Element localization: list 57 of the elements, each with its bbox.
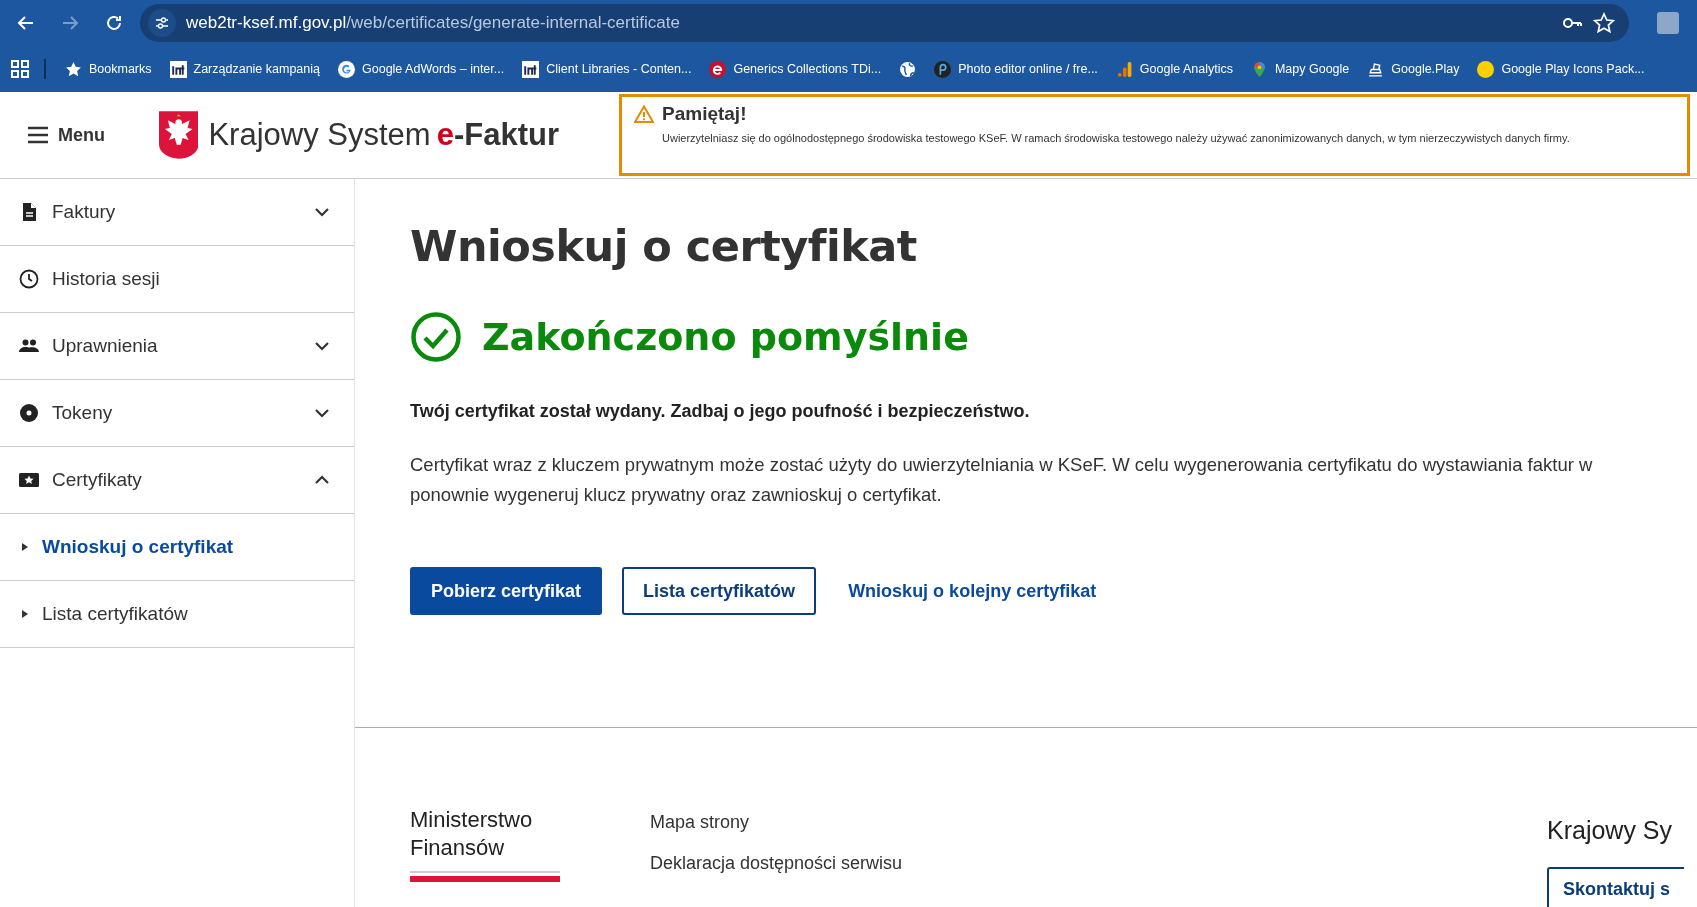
sidebar-subitem[interactable]: Lista certyfikatów (0, 581, 354, 648)
bookmark-item[interactable]: Bookmarks (56, 56, 161, 82)
footer-link[interactable]: Mapa strony (650, 812, 1547, 833)
triangle-icon (22, 543, 28, 551)
bookmark-item[interactable]: Photo editor online / fre... (925, 56, 1107, 82)
sidebar-subitem[interactable]: Wnioskuj o certyfikat (0, 514, 354, 581)
bookmark-item[interactable]: Google AdWords – inter... (329, 56, 514, 82)
bar-chart-icon (1115, 60, 1133, 78)
footer-title: Krajowy Sy (1547, 816, 1674, 845)
sidebar-item[interactable]: Uprawnienia (0, 313, 354, 380)
int-logo-icon (169, 60, 187, 78)
circle-icon (1477, 60, 1495, 78)
g-logo-icon (338, 60, 355, 78)
ministry-logo-text: Ministerstwo Finansów (410, 806, 534, 861)
notice-title: Pamiętaj! (662, 103, 747, 125)
bookmark-item[interactable]: Mapy Google (1241, 56, 1359, 82)
bookmark-item[interactable]: Generics Collections TDi... (700, 56, 891, 82)
site-settings-icon[interactable] (148, 9, 176, 37)
contact-button[interactable]: Skontaktuj s (1547, 867, 1685, 907)
sidebar-item[interactable]: Faktury (0, 179, 354, 246)
flag-stripe-icon (410, 871, 560, 882)
clock-icon (18, 269, 40, 289)
bookmark-item[interactable]: Google Play Icons Pack... (1468, 56, 1654, 82)
globe-icon (899, 60, 917, 78)
star-icon (65, 60, 82, 78)
url-text: web2tr-ksef.mf.gov.pl/web/certificates/generate-internal-certificate (186, 13, 681, 33)
address-bar[interactable]: web2tr-ksef.mf.gov.pl/web/certificates/generate-internal-certificate (140, 4, 1629, 42)
certificate-icon (18, 470, 40, 490)
check-circle-icon (410, 311, 462, 363)
page-title: Wnioskuj o certyfikat (410, 221, 918, 271)
menu-icon (26, 125, 50, 145)
request-link[interactable]: Wnioskuj o kolejny certyfikat (836, 567, 1109, 616)
body-text: Certyfikat wraz z kluczem prywatnym może zostać użyty do uwierzytelniania w KSeF. W celu wygenerowania certyfikatu do wystawiania faktur w ponownie wygeneruj klucz prywatny oraz zawnioskuj o certyfikat. (410, 453, 1594, 507)
star-icon[interactable] (1593, 12, 1615, 34)
bookmark-item[interactable]: Zarządzanie kampanią (160, 56, 329, 82)
lead-text: Twój certyfikat został wydany. Zadbaj o jego poufność i bezpieczeństwo. (410, 401, 1031, 422)
sidebar-item[interactable]: Historia sesji (0, 246, 354, 313)
apps-grid-icon[interactable] (10, 59, 30, 79)
pen-logo-icon (934, 60, 952, 78)
sidebar-item[interactable]: Tokeny (0, 380, 354, 447)
int-logo-icon (522, 60, 540, 78)
notice-text: Uwierzytelniasz się do ogólnodostępnego środowiska testowego KSeF. W ramach środowiska testowego należy używać zanonimizowanych danych, w tym nierzeczywistych danych firmy. (662, 131, 1571, 146)
site-title: Krajowy System e-Faktur (208, 117, 559, 153)
success-heading: Zakończono pomyślnie (482, 315, 969, 359)
footer-link[interactable]: Deklaracja dostępności serwisu (650, 853, 1547, 874)
sidebar-item[interactable]: Certyfikaty (0, 447, 354, 514)
bookmark-item[interactable]: Client Libraries - Conten... (513, 56, 701, 82)
disc-icon (18, 403, 40, 423)
bookmark-item[interactable]: Google.Play (1358, 56, 1469, 82)
bookmark-item[interactable]: Google Analytics (1106, 56, 1242, 82)
reload-icon (104, 13, 124, 33)
triangle-icon (22, 610, 28, 618)
list-button[interactable]: Lista certyfikatów (622, 567, 817, 616)
warning-icon (634, 105, 654, 123)
download-button[interactable]: Pobierz certyfikat (410, 567, 603, 616)
e-logo-icon (709, 60, 727, 78)
menu-button[interactable]: Menu (22, 120, 109, 150)
